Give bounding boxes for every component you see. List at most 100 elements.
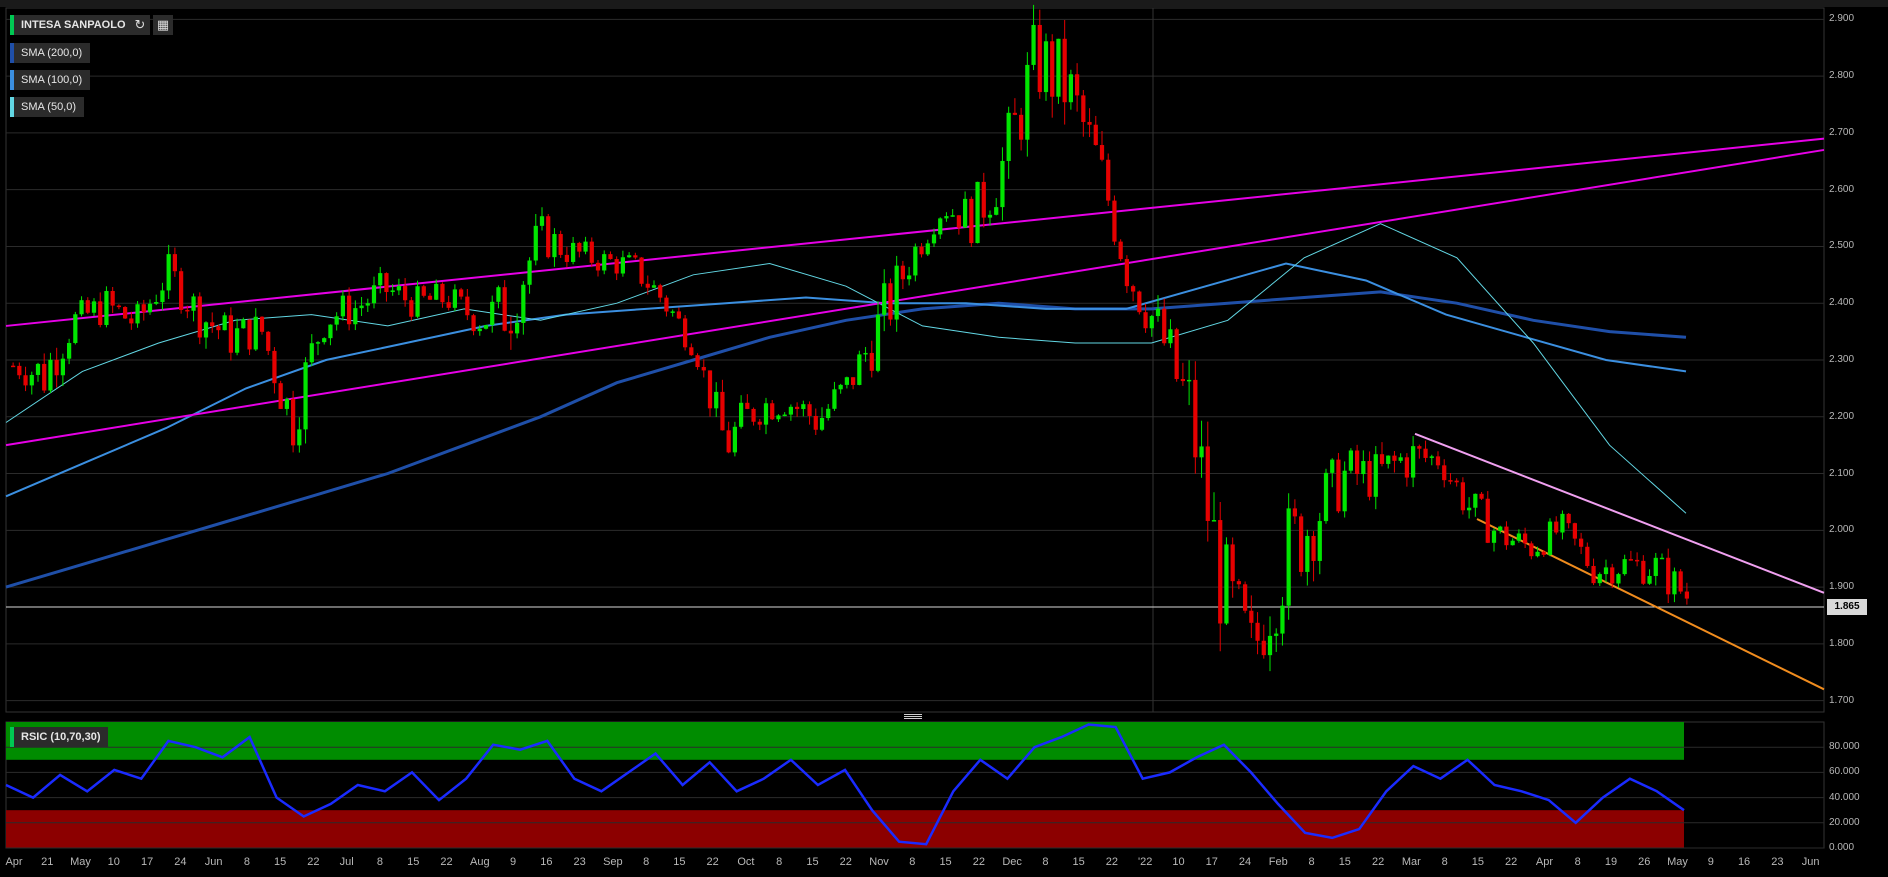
candle-body bbox=[241, 319, 246, 329]
candle-body bbox=[1131, 286, 1136, 292]
candle-body bbox=[1572, 523, 1577, 539]
candle-body bbox=[1554, 521, 1559, 533]
candle-body bbox=[707, 370, 713, 409]
candle-body bbox=[297, 429, 302, 446]
candle-body bbox=[695, 355, 700, 368]
price-chart[interactable] bbox=[0, 0, 1888, 877]
time-tick-label: 8 bbox=[1441, 856, 1448, 868]
candle-body bbox=[85, 300, 90, 313]
candle-body bbox=[589, 241, 594, 263]
candle-body bbox=[266, 331, 271, 351]
candle-body bbox=[1037, 24, 1042, 93]
candle-body bbox=[1423, 448, 1428, 458]
candle-body bbox=[1149, 316, 1154, 329]
time-tick-label: Aug bbox=[469, 856, 490, 868]
candle-body bbox=[1174, 329, 1179, 380]
candle-body bbox=[527, 260, 532, 285]
rsi-tick-label: 80.000 bbox=[1829, 741, 1860, 753]
candle-body bbox=[452, 289, 457, 308]
candle-body bbox=[969, 198, 974, 244]
candle-body bbox=[1317, 521, 1322, 561]
candle-body bbox=[627, 255, 632, 258]
sma-50-label[interactable]: SMA (50,0) bbox=[10, 97, 85, 117]
candle-body bbox=[502, 287, 507, 331]
candle-body bbox=[1180, 379, 1185, 382]
rsi-tick-label: 20.000 bbox=[1829, 816, 1860, 828]
price-tick-label: 2.400 bbox=[1829, 297, 1855, 309]
candle-body bbox=[1603, 567, 1609, 575]
time-tick-label: 8 bbox=[776, 856, 783, 868]
price-tick-label: 2.200 bbox=[1829, 410, 1855, 422]
time-tick-label: May bbox=[70, 856, 91, 868]
candle-body bbox=[1118, 241, 1123, 260]
candle-body bbox=[291, 398, 296, 446]
candle-body bbox=[1479, 493, 1484, 499]
instrument-title[interactable]: INTESA SANPAOLO bbox=[10, 15, 134, 35]
calendar-icon[interactable]: ▦ bbox=[153, 15, 173, 35]
candle-body bbox=[664, 297, 669, 312]
time-tick-label: Dec bbox=[1002, 856, 1022, 868]
candle-body bbox=[900, 265, 905, 280]
time-tick-label: 8 bbox=[376, 856, 384, 868]
candle-body bbox=[303, 362, 308, 430]
candle-body bbox=[440, 283, 445, 303]
pane-splitter-handle[interactable] bbox=[904, 714, 922, 720]
candle-body bbox=[602, 254, 607, 271]
candle-body bbox=[1093, 124, 1098, 146]
candle-body bbox=[1348, 450, 1353, 471]
price-tick-label: 2.600 bbox=[1829, 183, 1855, 195]
candle-body bbox=[1305, 535, 1310, 572]
candle-body bbox=[434, 283, 439, 300]
candle-body bbox=[1628, 559, 1633, 561]
candle-body bbox=[938, 218, 943, 235]
sma-100-label[interactable]: SMA (100,0) bbox=[10, 70, 91, 90]
time-tick-label: 8 bbox=[643, 856, 650, 868]
candle-body bbox=[757, 421, 762, 425]
time-tick-label: 15 bbox=[939, 856, 952, 868]
time-tick-label: Feb bbox=[1268, 856, 1288, 868]
candle-body bbox=[963, 198, 968, 228]
time-tick-label: 22 bbox=[839, 856, 852, 868]
candle-body bbox=[396, 286, 401, 291]
candle-body bbox=[35, 363, 41, 375]
time-tick-label: 8 bbox=[1042, 856, 1049, 868]
rsi-tick-label: 0.000 bbox=[1829, 842, 1855, 853]
refresh-icon[interactable]: ↻ bbox=[130, 15, 150, 35]
time-tick-label: 22 bbox=[1105, 856, 1119, 868]
candle-body bbox=[950, 215, 955, 217]
candle-body bbox=[104, 290, 109, 326]
candle-body bbox=[141, 304, 146, 313]
candle-body bbox=[521, 284, 526, 323]
candle-body bbox=[123, 307, 128, 319]
candle-body bbox=[1653, 557, 1658, 576]
candle-body bbox=[60, 358, 65, 376]
candle-body bbox=[851, 377, 856, 385]
candle-body bbox=[813, 415, 818, 430]
time-tick-label: 8 bbox=[1574, 856, 1581, 868]
candle-body bbox=[1485, 498, 1490, 543]
candle-body bbox=[882, 283, 887, 315]
candle-body bbox=[714, 391, 719, 409]
candle-body bbox=[844, 377, 849, 385]
candle-body bbox=[110, 290, 115, 306]
candle-body bbox=[322, 338, 327, 343]
time-tick-label: 24 bbox=[174, 856, 187, 868]
rsi-label[interactable]: RSIC (10,70,30) bbox=[10, 727, 109, 747]
candle-body bbox=[670, 311, 675, 313]
candle-body bbox=[782, 414, 787, 417]
time-tick-label: 21 bbox=[41, 856, 54, 868]
candle-body bbox=[371, 285, 377, 304]
candle-body bbox=[919, 246, 924, 255]
candle-body bbox=[172, 254, 177, 272]
candle-body bbox=[17, 365, 22, 376]
candle-body bbox=[1087, 121, 1092, 125]
candle-body bbox=[1442, 465, 1447, 481]
candle-body bbox=[1124, 259, 1129, 287]
candle-body bbox=[23, 375, 28, 386]
time-tick-label: 16 bbox=[1737, 856, 1751, 868]
sma-200-label[interactable]: SMA (200,0) bbox=[10, 43, 91, 63]
candle-body bbox=[975, 181, 980, 244]
candle-body bbox=[552, 234, 557, 258]
candle-body bbox=[278, 383, 283, 409]
candle-body bbox=[913, 246, 918, 276]
